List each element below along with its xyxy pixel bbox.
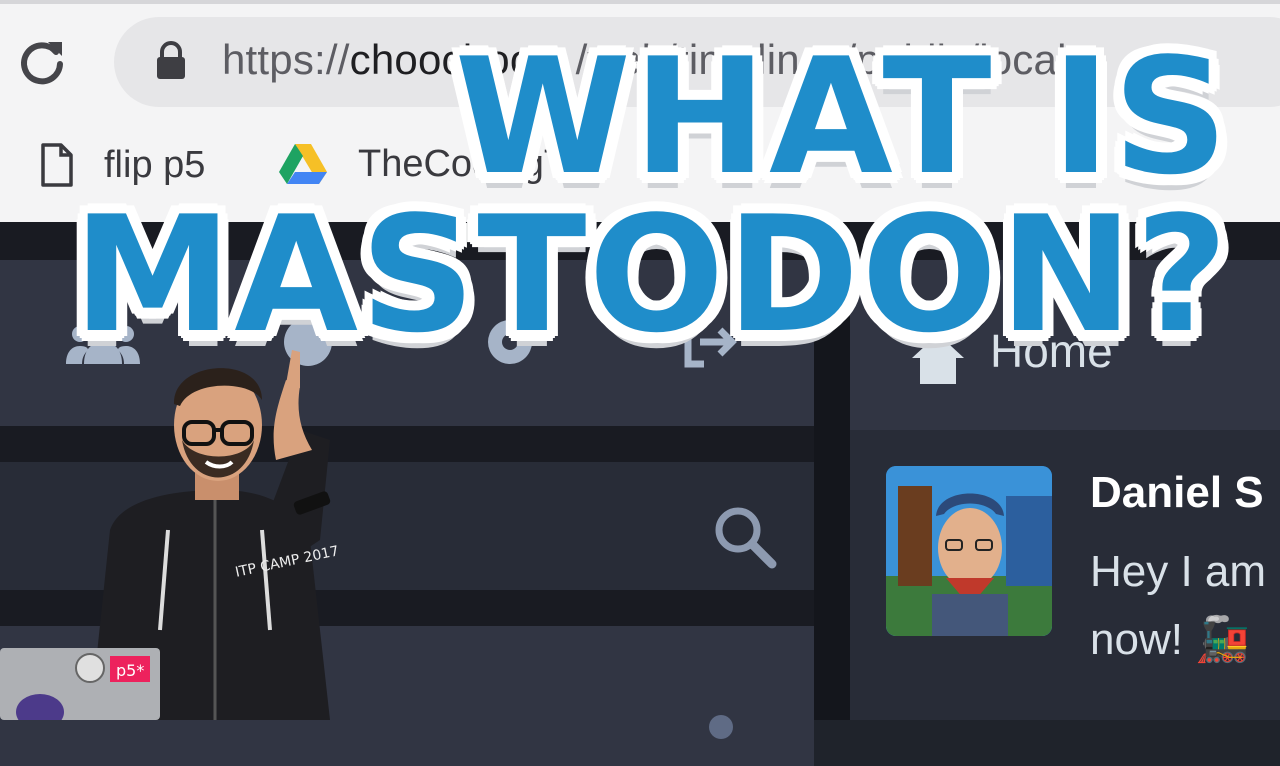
avatar-dot-icon [709, 715, 733, 739]
file-icon [41, 143, 73, 187]
avatar[interactable] [886, 466, 1052, 636]
laptop-sticker: p5* [116, 661, 144, 680]
video-title-overlay: WHAT IS MASTODON? [73, 23, 1230, 368]
status-item[interactable]: Daniel S Hey I am now! 🚂 [850, 430, 1280, 720]
search-icon[interactable] [710, 502, 780, 572]
chrome-top-border [0, 0, 1280, 4]
status-line-2: now! 🚂 [1090, 615, 1250, 664]
status-author[interactable]: Daniel S [1090, 468, 1264, 518]
presenter-image: ITP CAMP 2017 p5* [0, 350, 340, 720]
status-content: Hey I am now! 🚂 [1090, 538, 1266, 674]
title-line-1: WHAT IS [454, 23, 1230, 210]
status-line-1: Hey I am [1090, 547, 1267, 596]
title-line-2: MASTODON? [73, 181, 1230, 368]
avatar-image [886, 466, 1052, 636]
reload-icon[interactable] [18, 38, 66, 86]
